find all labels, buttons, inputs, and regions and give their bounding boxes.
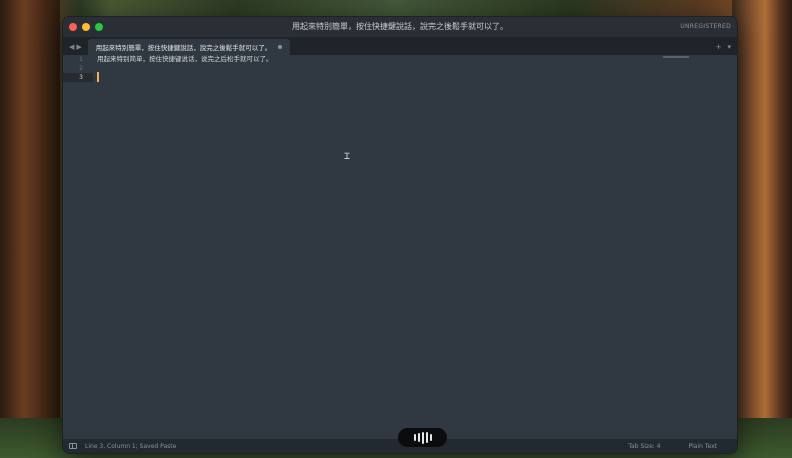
- line-number: 2: [79, 65, 83, 72]
- minimap-viewport[interactable]: [663, 56, 689, 58]
- line-gutter: 1 2 3: [63, 55, 93, 82]
- ibeam-cursor-icon: ⌶: [344, 151, 351, 162]
- tab-menu-chevron-down-icon[interactable]: ▾: [727, 43, 731, 51]
- editor-window: 用起來特別簡單，按住快捷鍵說話，說完之後鬆手就可以了。 UNREGISTERED…: [62, 16, 738, 454]
- tab-current-file[interactable]: 用起來特別簡單，按住快捷鍵說話，說完之後鬆手就可以了。: [87, 39, 290, 55]
- cursor-position: Line 3, Column 1; Saved Paste: [85, 442, 177, 450]
- line-number-current: 3: [63, 73, 93, 82]
- background-tree-left: [0, 0, 60, 458]
- tab-bar: ◀ ▶ 用起來特別簡單，按住快捷鍵說話，說完之後鬆手就可以了。 + ▾: [63, 37, 737, 55]
- text-line[interactable]: [97, 64, 737, 73]
- line-number: 1: [79, 56, 83, 63]
- syntax-selector[interactable]: Plain Text: [689, 443, 717, 450]
- tab-back-icon[interactable]: ◀: [69, 43, 74, 51]
- waveform-bar: [417, 432, 420, 443]
- editor-area[interactable]: 1 2 3 用起来特别简单，按住快捷键说话，说完之后松手就可以了。 ⌶: [63, 55, 737, 439]
- tab-tools: + ▾: [716, 43, 731, 51]
- unregistered-label: UNREGISTERED: [680, 23, 731, 30]
- tab-forward-icon[interactable]: ▶: [76, 43, 81, 51]
- waveform-bar: [421, 431, 424, 444]
- waveform-bar: [429, 433, 432, 442]
- text-caret: [97, 72, 99, 82]
- text-line[interactable]: [97, 73, 737, 82]
- unsaved-dot-icon[interactable]: [277, 45, 282, 49]
- waveform-bar: [425, 432, 428, 443]
- text-buffer[interactable]: 用起来特别简单，按住快捷键说话，说完之后松手就可以了。: [97, 55, 737, 82]
- sidebar-toggle-icon[interactable]: [69, 443, 77, 449]
- new-tab-icon[interactable]: +: [716, 43, 722, 51]
- background-tree-right: [732, 0, 792, 458]
- title-bar[interactable]: 用起來特別簡單，按住快捷鍵說話，說完之後鬆手就可以了。 UNREGISTERED: [63, 17, 737, 37]
- voice-recording-indicator: [398, 428, 447, 447]
- waveform-bar: [413, 434, 416, 441]
- text-line[interactable]: 用起来特别简单，按住快捷键说话，说完之后松手就可以了。: [97, 55, 737, 64]
- tab-nav: ◀ ▶: [63, 43, 88, 55]
- window-title: 用起來特別簡單，按住快捷鍵說話，說完之後鬆手就可以了。: [292, 22, 508, 31]
- tab-label: 用起來特別簡單，按住快捷鍵說話，說完之後鬆手就可以了。: [95, 44, 272, 52]
- tab-size-selector[interactable]: Tab Size: 4: [628, 443, 660, 450]
